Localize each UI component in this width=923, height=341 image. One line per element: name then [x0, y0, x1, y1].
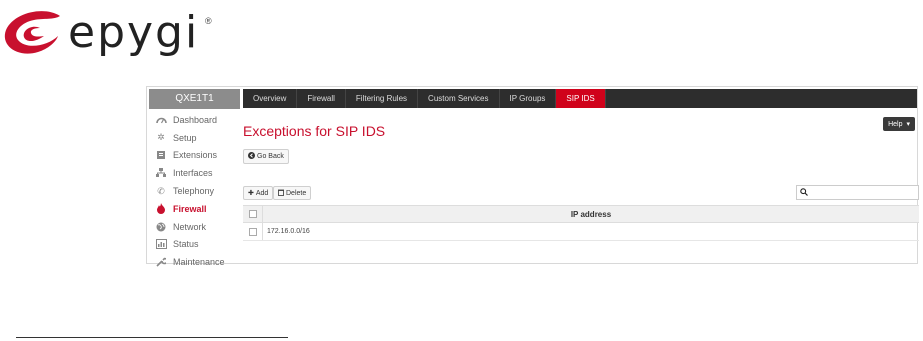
sidebar-item-dashboard[interactable]: Dashboard	[149, 111, 240, 129]
extensions-icon	[155, 149, 167, 161]
delete-label: Delete	[286, 189, 307, 197]
sidebar-item-status[interactable]: Status	[149, 236, 240, 254]
sidebar-item-telephony[interactable]: ✆ Telephony	[149, 182, 240, 200]
chart-icon	[155, 238, 167, 250]
tab-filtering-rules[interactable]: Filtering Rules	[346, 89, 419, 108]
top-navigation: Overview Firewall Filtering Rules Custom…	[243, 89, 917, 108]
tab-custom-services[interactable]: Custom Services	[418, 89, 500, 108]
delete-button[interactable]: Delete	[273, 186, 312, 200]
dashboard-icon	[155, 114, 167, 126]
help-label: Help	[888, 120, 903, 128]
ip-address-cell: 172.16.0.0/16	[267, 228, 310, 235]
row-select-cell	[243, 223, 263, 240]
globe-icon	[155, 221, 167, 233]
exceptions-table: IP address 172.16.0.0/16	[243, 205, 919, 241]
epygi-logo: epygi ®	[0, 6, 235, 60]
wrench-icon	[155, 256, 167, 268]
gear-icon: ✲	[157, 132, 165, 143]
flame-icon	[155, 203, 167, 215]
sidebar-item-label: Telephony	[173, 186, 215, 197]
table-header: IP address	[243, 206, 919, 223]
sidebar-item-label: Setup	[173, 132, 197, 143]
select-all-checkbox[interactable]	[248, 210, 257, 218]
registered-mark: ®	[205, 16, 212, 26]
row-checkbox[interactable]	[248, 227, 257, 236]
trash-icon	[278, 189, 284, 198]
table-row[interactable]: 172.16.0.0/16	[243, 223, 919, 241]
page-title: Exceptions for SIP IDS	[243, 123, 386, 139]
sidebar-item-label: Network	[173, 221, 207, 232]
admin-panel: QXE1T1 Dashboard ✲ Setup Extensions Inte…	[146, 86, 919, 267]
footnote-divider	[16, 337, 288, 338]
sidebar-item-extensions[interactable]: Extensions	[149, 147, 240, 165]
go-back-button[interactable]: Go Back	[243, 149, 289, 164]
logo-wordmark: epygi	[68, 7, 200, 58]
sidebar-item-label: Dashboard	[173, 114, 218, 125]
search-input[interactable]	[811, 186, 911, 199]
add-label: Add	[255, 189, 269, 197]
select-all-cell	[243, 206, 263, 222]
tab-firewall[interactable]: Firewall	[297, 89, 346, 108]
device-name: QXE1T1	[149, 89, 240, 109]
epygi-logo-mark	[4, 11, 60, 54]
help-button[interactable]: Help ▾	[883, 117, 915, 131]
sidebar-item-label: Firewall	[173, 203, 207, 214]
tab-sip-ids[interactable]: SIP IDS	[556, 89, 606, 108]
sidebar-item-maintenance[interactable]: Maintenance	[149, 253, 240, 271]
search-box	[796, 185, 919, 200]
interfaces-icon	[155, 167, 167, 179]
back-arrow-icon	[248, 152, 255, 161]
sidebar-item-label: Extensions	[173, 150, 218, 161]
search-icon	[797, 187, 811, 198]
caret-down-icon: ▾	[906, 121, 910, 128]
sidebar-item-setup[interactable]: ✲ Setup	[149, 129, 240, 147]
add-button[interactable]: ✚ Add	[243, 186, 274, 200]
tab-ip-groups[interactable]: IP Groups	[500, 89, 557, 108]
sidebar-item-label: Interfaces	[173, 168, 213, 179]
plus-icon: ✚	[248, 190, 254, 197]
sidebar: Dashboard ✲ Setup Extensions Interfaces …	[149, 111, 240, 271]
sidebar-item-firewall[interactable]: Firewall	[149, 200, 240, 218]
sidebar-item-network[interactable]: Network	[149, 218, 240, 236]
sidebar-item-label: Status	[173, 239, 199, 250]
phone-icon: ✆	[157, 185, 165, 196]
column-header-ip-address[interactable]: IP address	[263, 206, 919, 222]
sidebar-item-label: Maintenance	[173, 257, 225, 268]
tab-overview[interactable]: Overview	[243, 89, 298, 108]
sidebar-item-interfaces[interactable]: Interfaces	[149, 164, 240, 182]
go-back-label: Go Back	[257, 153, 284, 160]
